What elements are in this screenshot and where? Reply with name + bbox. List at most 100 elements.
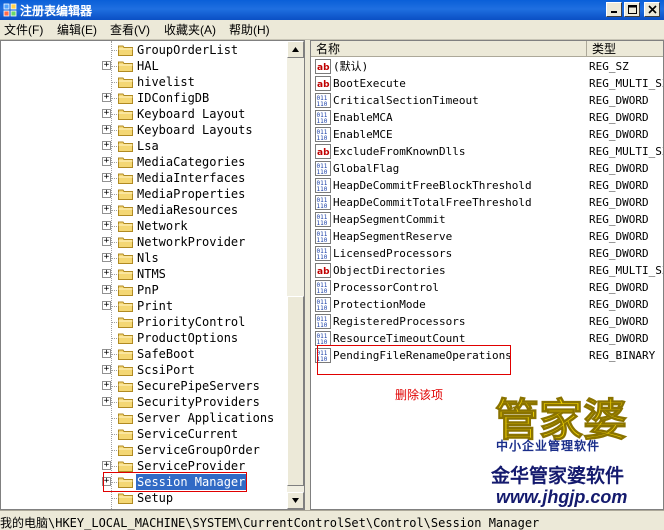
watermark-url: www.jhgjp.com xyxy=(496,487,628,507)
value-row[interactable]: 011 110 HeapSegmentCommit REG_DWORD xyxy=(311,211,663,228)
folder-icon xyxy=(118,205,133,216)
expand-toggle[interactable]: + xyxy=(102,301,111,310)
tree-item[interactable]: Setup xyxy=(1,490,287,506)
menu-view[interactable]: 查看(V) xyxy=(110,22,150,38)
tree-item[interactable]: + Keyboard Layouts xyxy=(1,122,287,138)
tree-item[interactable]: ServiceCurrent xyxy=(1,426,287,442)
expand-toggle[interactable]: + xyxy=(102,253,111,262)
expand-toggle[interactable]: + xyxy=(102,461,111,470)
scroll-down-button[interactable] xyxy=(287,492,304,509)
menu-favorites[interactable]: 收藏夹(A) xyxy=(164,22,216,38)
tree-item-label: Keyboard Layout xyxy=(137,107,246,121)
value-row[interactable]: 011 110 ProcessorControl REG_DWORD xyxy=(311,279,663,296)
value-row[interactable]: 011 110 LicensedProcessors REG_DWORD xyxy=(311,245,663,262)
expand-toggle[interactable]: + xyxy=(102,205,111,214)
value-row[interactable]: ab ExcludeFromKnownDlls REG_MULTI_SZ xyxy=(311,143,663,160)
column-header-name[interactable]: 名称 xyxy=(311,41,587,57)
tree-item[interactable]: + MediaProperties xyxy=(1,186,287,202)
tree-item[interactable]: + MediaInterfaces xyxy=(1,170,287,186)
tree-item[interactable]: + MediaResources xyxy=(1,202,287,218)
scroll-thumb[interactable] xyxy=(287,296,304,486)
watermark-brand: 金华管家婆软件 xyxy=(491,466,625,487)
binary-value-icon: 011110 xyxy=(315,212,331,227)
tree-item[interactable]: + NetworkProvider xyxy=(1,234,287,250)
tree-item[interactable]: + ScsiPort xyxy=(1,362,287,378)
value-row[interactable]: 011 110 HeapDeCommitTotalFreeThreshold REG_… xyxy=(311,194,663,211)
menu-file[interactable]: 文件(F) xyxy=(4,22,43,38)
tree-item[interactable]: + PnP xyxy=(1,282,287,298)
tree-item[interactable]: + Nls xyxy=(1,250,287,266)
expand-toggle[interactable]: + xyxy=(102,189,111,198)
value-row[interactable]: 011 110 EnableMCA REG_DWORD xyxy=(311,109,663,126)
column-header-type[interactable]: 类型 xyxy=(587,41,663,57)
registry-values-pane: 名称 类型 ab (默认) REG_SZ ab BootExecute REG_MULTI… xyxy=(310,40,664,510)
value-row[interactable]: ab ObjectDirectories REG_MULTI_SZ xyxy=(311,262,663,279)
tree-item-label: MediaProperties xyxy=(137,187,246,201)
expand-toggle[interactable]: + xyxy=(102,285,111,294)
value-row[interactable]: ab BootExecute REG_MULTI_SZ xyxy=(311,75,663,92)
tree-item[interactable]: ProductOptions xyxy=(1,330,287,346)
folder-icon xyxy=(118,429,133,440)
value-name: ExcludeFromKnownDlls xyxy=(333,145,466,158)
maximize-button[interactable] xyxy=(624,2,640,17)
binary-value-icon: 011110 xyxy=(315,331,331,346)
expand-toggle[interactable]: + xyxy=(102,349,111,358)
value-row[interactable]: 011 110 CriticalSectionTimeout REG_DWORD xyxy=(311,92,663,109)
close-button[interactable] xyxy=(644,2,660,17)
expand-toggle[interactable]: + xyxy=(102,381,111,390)
expand-toggle[interactable]: + xyxy=(102,61,111,70)
tree-item[interactable]: + MediaCategories xyxy=(1,154,287,170)
tree-item[interactable]: + SecurityProviders xyxy=(1,394,287,410)
folder-icon xyxy=(118,237,133,248)
tree-item[interactable]: hivelist xyxy=(1,74,287,90)
tree-item[interactable]: ServiceGroupOrder xyxy=(1,442,287,458)
selection-highlight-box xyxy=(103,472,247,492)
tree-item[interactable]: + IDConfigDB xyxy=(1,90,287,106)
expand-toggle[interactable]: + xyxy=(102,141,111,150)
expand-toggle[interactable]: + xyxy=(102,397,111,406)
tree-item-label: Network xyxy=(137,219,188,233)
svg-text:110: 110 xyxy=(317,322,328,329)
value-row[interactable]: 011 110 ProtectionMode REG_DWORD xyxy=(311,296,663,313)
tree-item[interactable]: + SafeBoot xyxy=(1,346,287,362)
expand-toggle[interactable]: + xyxy=(102,125,111,134)
tree-vertical-scrollbar[interactable] xyxy=(287,41,304,509)
menu-help[interactable]: 帮助(H) xyxy=(229,22,270,38)
registry-editor-icon xyxy=(3,3,17,17)
expand-toggle[interactable]: + xyxy=(102,269,111,278)
svg-text:110: 110 xyxy=(317,305,328,312)
value-row[interactable]: 011 110 GlobalFlag REG_DWORD xyxy=(311,160,663,177)
tree-item-label: Setup xyxy=(137,491,174,505)
tree-item[interactable]: + Network xyxy=(1,218,287,234)
expand-toggle[interactable]: + xyxy=(102,237,111,246)
expand-toggle[interactable]: + xyxy=(102,157,111,166)
tree-item[interactable]: + HAL xyxy=(1,58,287,74)
value-row[interactable]: 011 110 EnableMCE REG_DWORD xyxy=(311,126,663,143)
folder-icon xyxy=(118,93,133,104)
value-row[interactable]: ab (默认) REG_SZ xyxy=(311,58,663,75)
tree-item[interactable]: + Lsa xyxy=(1,138,287,154)
tree-item[interactable]: Server Applications xyxy=(1,410,287,426)
tree-item[interactable]: GroupOrderList xyxy=(1,42,287,58)
menu-edit[interactable]: 编辑(E) xyxy=(57,22,97,38)
folder-icon xyxy=(118,157,133,168)
svg-text:110: 110 xyxy=(317,220,328,227)
expand-toggle[interactable]: + xyxy=(102,365,111,374)
expand-toggle[interactable]: + xyxy=(102,109,111,118)
tree-item[interactable]: PriorityControl xyxy=(1,314,287,330)
expand-toggle[interactable]: + xyxy=(102,173,111,182)
minimize-button[interactable] xyxy=(606,2,622,17)
scroll-up-button[interactable] xyxy=(287,41,304,58)
binary-value-icon: 011110 xyxy=(315,178,331,193)
tree-item[interactable]: + Print xyxy=(1,298,287,314)
expand-toggle[interactable]: + xyxy=(102,93,111,102)
tree-item[interactable]: + NTMS xyxy=(1,266,287,282)
folder-icon xyxy=(118,333,133,344)
tree-item[interactable]: + SecurePipeServers xyxy=(1,378,287,394)
expand-toggle[interactable]: + xyxy=(102,221,111,230)
value-row[interactable]: 011 110 HeapSegmentReserve REG_DWORD xyxy=(311,228,663,245)
value-row[interactable]: 011 110 HeapDeCommitFreeBlockThreshold REG_… xyxy=(311,177,663,194)
tree-item[interactable]: + Keyboard Layout xyxy=(1,106,287,122)
value-row[interactable]: 011 110 RegisteredProcessors REG_DWORD xyxy=(311,313,663,330)
folder-icon xyxy=(118,381,133,392)
